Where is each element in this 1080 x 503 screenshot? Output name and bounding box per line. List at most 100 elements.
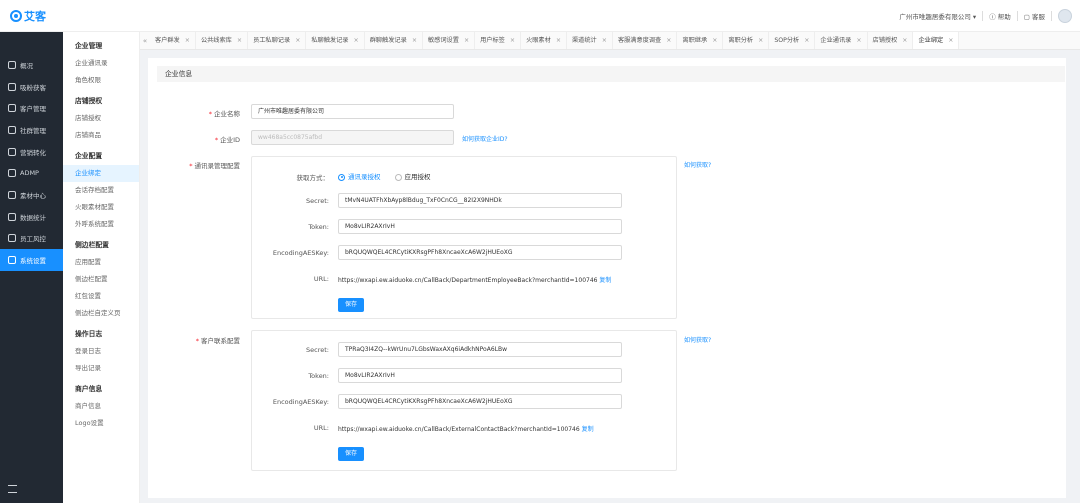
tab-item[interactable]: 员工私聊记录 × — [248, 32, 307, 49]
close-icon[interactable]: × — [556, 37, 561, 44]
radio-unchecked-icon — [394, 173, 402, 181]
close-icon[interactable]: × — [295, 37, 300, 44]
tab-item[interactable]: 私聊触发记录 × — [306, 32, 365, 49]
tab-item[interactable]: 客服满意度调查 × — [613, 32, 678, 49]
customer-config-box: Secret: TPRaQ3I4ZQ--kWrUnu7LGbsWaxAXq6iA… — [251, 330, 677, 471]
aes-key-input[interactable]: bRQUQWQEL4CRCytiKXRsgPFh8XncaeXcA6W2jHUE… — [338, 245, 622, 260]
tab-item[interactable]: 企业绑定 × — [913, 32, 960, 49]
app-logo[interactable]: 艾客 — [10, 8, 46, 24]
submenu-group-title: 操作日志 — [75, 330, 103, 338]
submenu-item[interactable]: Logo设置 — [63, 415, 139, 432]
close-icon[interactable]: × — [354, 37, 359, 44]
submenu-item[interactable]: 红包设置 — [63, 288, 139, 305]
customer-token-input[interactable]: Mo8vLIR2AXrIvH — [338, 368, 622, 383]
company-name-label: * 企业名称 — [208, 110, 240, 118]
tab-item[interactable]: SOP分析 × — [769, 32, 816, 49]
sidebar-item-6[interactable]: 素材中心 — [0, 184, 63, 206]
token-input[interactable]: Mo8vLIR2AXrIvH — [338, 219, 622, 234]
customer-secret-input[interactable]: TPRaQ3I4ZQ--kWrUnu7LGbsWaxAXq6iAdkhNPoA6… — [338, 342, 622, 357]
tab-item[interactable]: 火眼素材 × — [521, 32, 567, 49]
save-contacts-button[interactable]: 保存 — [338, 298, 365, 312]
tab-item[interactable]: 敏感词设置 × — [423, 32, 476, 49]
submenu-item[interactable]: 应用配置 — [63, 254, 139, 271]
close-icon[interactable]: × — [902, 37, 907, 44]
section-title: 企业信息 — [157, 66, 1065, 82]
tab-scroll-left-icon[interactable]: « — [140, 37, 150, 45]
submenu-item[interactable]: 店铺商品 — [63, 127, 139, 144]
submenu-item[interactable]: 侧边栏自定义页 — [63, 305, 139, 322]
sidebar-item-5[interactable]: ADMP — [0, 162, 63, 184]
company-name-input[interactable]: 广州市唯趣居委有限公司 — [251, 104, 454, 119]
customer-url-label: URL: — [313, 424, 329, 432]
sidebar-item-label: 社群管理 — [20, 126, 46, 135]
sidebar-item-label: 概况 — [20, 61, 33, 70]
tab-item[interactable]: 企业通讯录 × — [815, 32, 868, 49]
customer-aes-key-input[interactable]: bRQUQWQEL4CRCytiKXRsgPFh8XncaeXcA6W2jHUE… — [338, 394, 622, 409]
submenu-item[interactable]: 角色权限 — [63, 72, 139, 89]
url-label: URL: — [313, 275, 329, 283]
radio-contacts-auth[interactable]: 通讯录授权 — [338, 171, 381, 181]
contacts-help-link[interactable]: 如何获取? — [684, 160, 711, 169]
customer-help-link[interactable]: 如何获取? — [684, 335, 711, 344]
close-icon[interactable]: × — [948, 37, 953, 44]
radio-app-label: 应用授权 — [404, 173, 431, 181]
sidebar-item-0[interactable]: 概况 — [0, 54, 63, 76]
sidebar-item-2[interactable]: 客户管理 — [0, 97, 63, 119]
close-icon[interactable]: × — [602, 37, 607, 44]
chart-icon — [8, 212, 16, 221]
submenu-item[interactable]: 商户信息 — [63, 398, 139, 415]
tab-item[interactable]: 公共线索库 × — [196, 32, 249, 49]
sidebar-item-4[interactable]: 营销转化 — [0, 141, 63, 163]
help-link[interactable]: ⓘ 帮助 — [989, 11, 1011, 21]
close-icon[interactable]: × — [712, 37, 717, 44]
submenu-item[interactable]: 侧边栏配置 — [63, 271, 139, 288]
shield-icon — [8, 234, 16, 243]
contacts-config-label: * 通讯录管理配置 — [189, 162, 240, 170]
tab-item[interactable]: 群聊触发记录 × — [365, 32, 423, 49]
save-customer-button[interactable]: 保存 — [338, 447, 365, 461]
submenu-item[interactable]: 外呼系统配置 — [63, 216, 139, 233]
sidebar-item-7[interactable]: 数据统计 — [0, 206, 63, 228]
close-icon[interactable]: × — [758, 37, 763, 44]
secret-input[interactable]: tMvN4UATFhXbAyp8lBdug_TxF0CnCG__82I2X9NH… — [338, 193, 622, 208]
submenu-item[interactable]: 会话存档配置 — [63, 182, 139, 199]
submenu-item[interactable]: 登录日志 — [63, 343, 139, 360]
submenu-item[interactable]: 火眼素材配置 — [63, 199, 139, 216]
sidebar-item-label: 数据统计 — [20, 213, 46, 222]
tab-item[interactable]: 离职继承 × — [677, 32, 724, 49]
customer-service-link[interactable]: ▢ 客服 — [1024, 11, 1045, 21]
divider — [1016, 11, 1018, 21]
close-icon[interactable]: × — [510, 37, 515, 44]
radio-app-auth[interactable]: 应用授权 — [394, 171, 431, 181]
close-icon[interactable]: × — [185, 37, 190, 44]
close-icon[interactable]: × — [804, 37, 809, 44]
app-logo-text: 艾客 — [24, 10, 46, 23]
menu-collapse-icon[interactable] — [8, 485, 17, 493]
customer-copy-url-button[interactable]: 复制 — [582, 426, 594, 433]
tab-item[interactable]: 用户标签 × — [475, 32, 522, 49]
submenu-item[interactable]: 店铺授权 — [63, 110, 139, 127]
tab-label: 渠道统计 — [572, 36, 597, 44]
sidebar-item-1[interactable]: 吸粉获客 — [0, 76, 63, 98]
copy-url-button[interactable]: 复制 — [599, 277, 611, 284]
tab-item[interactable]: 店铺授权 × — [868, 32, 914, 49]
tab-item[interactable]: 离职分析 × — [723, 32, 770, 49]
sidebar-item-9[interactable]: 系统设置 — [0, 249, 63, 271]
close-icon[interactable]: × — [856, 37, 861, 44]
close-icon[interactable]: × — [412, 37, 417, 44]
submenu-item[interactable]: 企业绑定 — [63, 165, 139, 182]
avatar[interactable] — [1058, 9, 1072, 23]
corp-id-help-link[interactable]: 如何获取企业ID? — [462, 134, 508, 143]
close-icon[interactable]: × — [464, 37, 469, 44]
sidebar-item-3[interactable]: 社群管理 — [0, 119, 63, 141]
sidebar-item-8[interactable]: 员工风控 — [0, 228, 63, 250]
submenu-item[interactable]: 企业通讯录 — [63, 55, 139, 72]
token-label: Token: — [308, 223, 329, 231]
tab-item[interactable]: 渠道统计 × — [567, 32, 613, 49]
company-switcher[interactable]: 广州市唯趣居委有限公司 ▾ — [899, 11, 976, 21]
close-icon[interactable]: × — [237, 37, 242, 44]
close-icon[interactable]: × — [666, 37, 671, 44]
submenu-item[interactable]: 导出记录 — [63, 360, 139, 377]
enterprise-form-card: 企业信息 * 企业名称 广州市唯趣居委有限公司 * 企业ID ww468a5cc08… — [148, 58, 1066, 498]
tab-item[interactable]: 客户群发 × — [150, 32, 196, 49]
